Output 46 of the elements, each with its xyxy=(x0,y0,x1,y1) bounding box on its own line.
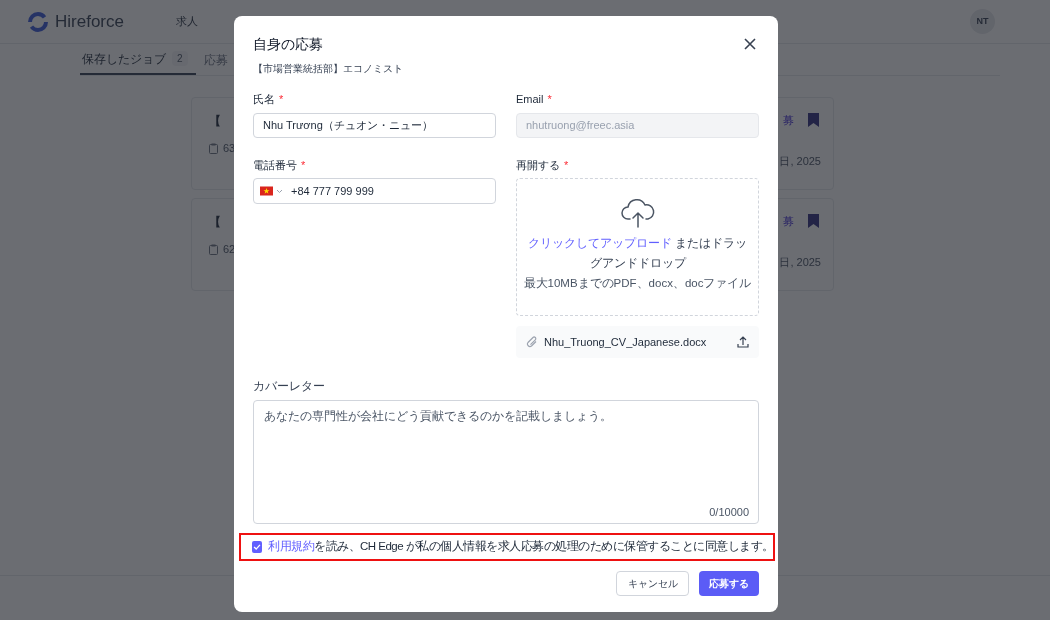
bookmark-icon[interactable] xyxy=(808,113,819,128)
apply-link[interactable]: 募 xyxy=(783,112,794,129)
job-meta: 62 xyxy=(223,242,236,257)
clipboard-icon xyxy=(209,142,218,154)
job-title: 【 xyxy=(209,113,222,130)
upload-instructions: クリックしてアップロード またはドラッグアンドドロップ xyxy=(526,235,749,272)
close-icon[interactable] xyxy=(743,37,757,51)
agreement-text: 利用規約を読み、CH Edge が私の個人情報を求人応募の処理のために保管することに同意します。 xyxy=(268,539,774,555)
cloud-upload-icon xyxy=(619,197,656,229)
paperclip-icon xyxy=(526,335,538,349)
job-date: 日, 2025 xyxy=(779,254,821,270)
apply-button[interactable]: 応募する xyxy=(699,571,759,596)
field-label: カバーレター xyxy=(253,378,326,395)
dialog-title: 自身の応募 xyxy=(253,35,324,54)
nav-link[interactable]: 求人 xyxy=(175,13,198,30)
logo-icon xyxy=(27,10,49,33)
job-meta: 63 xyxy=(223,141,236,156)
required-mark: * xyxy=(301,157,306,173)
job-date: 日, 2025 xyxy=(779,153,821,169)
job-title: 【 xyxy=(209,214,222,231)
upload-dropzone[interactable]: クリックしてアップロード またはドラッグアンドドロップ 最大10MBまでのPDF、docx、docファイル xyxy=(516,178,759,316)
field-label: 電話番号 xyxy=(253,157,297,173)
required-mark: * xyxy=(279,92,284,107)
field-label: Email xyxy=(516,92,544,107)
job-subtitle: 【市場営業統括部】エコノミスト xyxy=(253,62,403,76)
phone-field[interactable]: +84 777 799 999 xyxy=(253,178,496,204)
terms-link[interactable]: 利用規約 xyxy=(268,540,314,553)
checkbox[interactable] xyxy=(252,541,262,553)
clipboard-icon xyxy=(209,243,218,255)
upload-link[interactable]: クリックしてアップロード xyxy=(527,236,672,250)
avatar[interactable]: NT xyxy=(970,9,995,34)
bookmark-icon[interactable] xyxy=(808,214,819,229)
required-mark: * xyxy=(564,157,569,173)
char-counter: 0/10000 xyxy=(709,504,749,520)
required-mark: * xyxy=(547,92,552,107)
field-label: 氏名 xyxy=(253,92,275,107)
email-field: nhutruong@freec.asia xyxy=(516,112,759,138)
field-label: 再開する xyxy=(516,157,560,173)
flag-dropdown-icon[interactable] xyxy=(260,186,284,196)
logo-text: Hireforce xyxy=(55,10,124,33)
cancel-button[interactable]: キャンセル xyxy=(616,571,689,596)
file-name: Nhu_Truong_CV_Japanese.docx xyxy=(544,334,708,350)
upload-icon[interactable] xyxy=(737,336,749,348)
apply-link[interactable]: 募 xyxy=(783,213,794,230)
upload-hint: 最大10MBまでのPDF、docx、docファイル xyxy=(523,276,752,291)
name-field[interactable]: Nhu Trương（チュオン・ニュー） xyxy=(253,112,496,138)
